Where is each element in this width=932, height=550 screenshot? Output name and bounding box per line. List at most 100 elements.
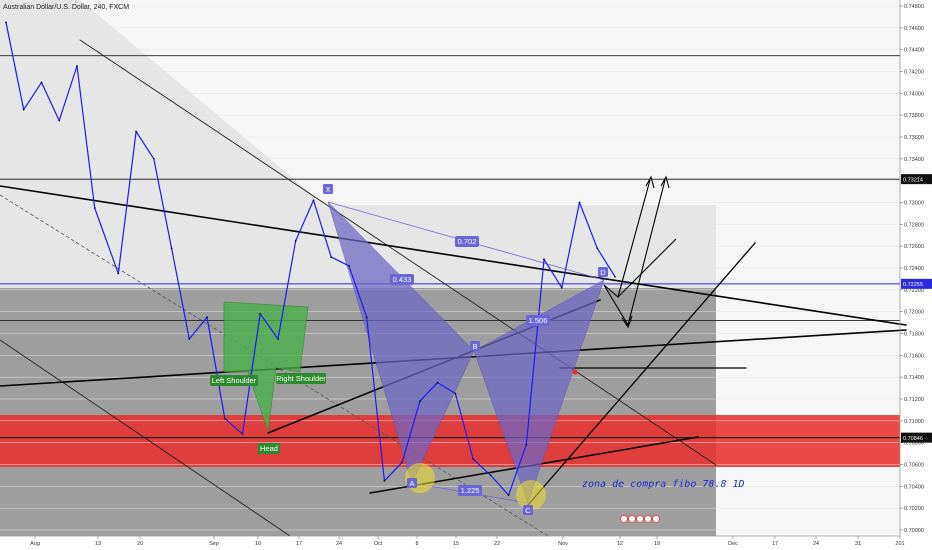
y-tick-label-21: 0.70600	[904, 463, 924, 469]
y-tick-label-4: 0.74000	[904, 91, 924, 97]
price-point-26	[472, 458, 474, 460]
price-point-11	[206, 316, 208, 318]
y-tick-label-11: 0.72600	[904, 244, 924, 250]
point-tag-d: D	[600, 268, 606, 277]
price-point-3	[58, 119, 61, 122]
x-tick-label-1: 13	[95, 541, 101, 547]
y-tick-label-17: 0.71400	[904, 375, 924, 381]
y-tick-label-10: 0.72800	[904, 222, 924, 228]
x-tick-label-0: Aug	[30, 541, 40, 547]
price-point-1	[22, 108, 25, 111]
fib-ratio-2: 1.506	[529, 316, 548, 325]
event-badge-icon-3	[636, 515, 644, 523]
price-point-4	[76, 65, 78, 67]
price-point-15	[277, 338, 279, 340]
y-tick-label-24: 0.70000	[904, 528, 924, 534]
y-tick-label-7: 0.73400	[904, 157, 924, 163]
x-tick-label-5: 17	[296, 541, 302, 547]
y-tick-label-22: 0.70400	[904, 484, 924, 490]
price-point-17	[312, 199, 315, 202]
x-tick-label-12: 12	[617, 541, 623, 547]
price-point-9	[170, 247, 173, 250]
price-point-34	[614, 275, 616, 278]
head-label: Head	[260, 444, 278, 453]
x-tick-label-4: 10	[255, 541, 261, 547]
x-tick-label-3: Sep	[209, 541, 219, 547]
price-point-13	[241, 433, 244, 435]
fib-ratio-1: 0.433	[393, 275, 412, 284]
time-axis-background	[0, 536, 900, 550]
chart-container: 0.702 0.433 1.506 1.225 X A B C D Left S…	[0, 0, 932, 550]
left-shoulder-label: Left Shoulder	[212, 376, 257, 385]
x-tick-label-7: Oct	[374, 541, 383, 547]
y-tick-label-23: 0.70200	[904, 506, 924, 512]
point-tag-a: A	[409, 479, 414, 488]
red-buy-zone	[0, 415, 900, 467]
price-point-6	[117, 272, 120, 275]
price-point-7	[135, 130, 138, 133]
y-tick-label-2: 0.74400	[904, 48, 924, 54]
y-tick-label-9: 0.73000	[904, 201, 924, 207]
x-tick-label-8: 8	[415, 541, 418, 547]
event-badge-icon-2	[628, 515, 636, 523]
price-point-8	[152, 157, 155, 160]
x-tick-label-15: 17	[772, 541, 778, 547]
price-point-24	[436, 381, 439, 384]
price-point-22	[401, 461, 403, 464]
x-tick-label-6: 24	[336, 541, 342, 547]
event-badge-icon-5	[652, 515, 660, 523]
event-badges	[620, 515, 660, 523]
x-tick-label-11: Nov	[558, 541, 568, 547]
price-point-27	[489, 474, 492, 477]
y-tick-label-14: 0.72000	[904, 310, 924, 316]
y-tick-label-6: 0.73600	[904, 135, 924, 141]
fib-ratio-3: 1.225	[461, 486, 480, 495]
level-tag-2: 0.72255	[903, 282, 923, 288]
price-point-23	[419, 400, 421, 403]
y-tick-label-19: 0.71000	[904, 419, 924, 425]
chart-title: Australian Dollar/U.S. Dollar, 240, FXCM	[3, 4, 129, 11]
buy-zone-annotation: zona de compra fibo 78.8 1D	[582, 479, 745, 490]
point-tag-b: B	[472, 342, 477, 351]
price-point-12	[223, 417, 226, 420]
level-tag-1: 0.73214	[903, 177, 923, 183]
x-tick-label-13: 19	[654, 541, 660, 547]
price-point-20	[365, 316, 368, 318]
price-point-0	[5, 21, 7, 24]
x-tick-label-18: 201	[895, 541, 904, 547]
price-point-16	[294, 239, 297, 242]
x-tick-label-16: 24	[813, 541, 819, 547]
price-point-19	[348, 264, 350, 267]
price-point-32	[578, 201, 581, 204]
price-point-14	[259, 312, 262, 315]
right-shoulder-label: Right Shoulder	[276, 374, 326, 383]
x-tick-label-14: Dec	[728, 541, 738, 547]
y-tick-label-18: 0.71200	[904, 397, 924, 403]
price-point-18	[330, 256, 333, 258]
point-tag-c: C	[525, 506, 531, 515]
event-badge-icon-4	[644, 515, 652, 523]
fib-ratio-0: 0.702	[458, 237, 477, 246]
y-tick-label-3: 0.74200	[904, 70, 924, 76]
x-tick-label-9: 15	[453, 541, 459, 547]
price-point-29	[525, 443, 528, 446]
price-point-31	[560, 286, 563, 289]
price-point-30	[543, 258, 545, 261]
y-tick-label-1: 0.74600	[904, 26, 924, 32]
x-tick-label-17: 31	[855, 541, 861, 547]
price-point-10	[188, 338, 191, 340]
price-point-28	[507, 494, 510, 496]
y-tick-label-12: 0.72400	[904, 266, 924, 272]
x-tick-label-2: 20	[137, 541, 143, 547]
price-point-21	[383, 480, 386, 482]
price-point-2	[40, 81, 43, 84]
level-tag-3: 0.70846	[903, 436, 923, 442]
chart-svg: 0.702 0.433 1.506 1.225 X A B C D Left S…	[0, 0, 932, 550]
event-badge-icon-1	[620, 515, 628, 523]
point-tag-x: X	[325, 185, 330, 194]
y-tick-label-15: 0.71800	[904, 332, 924, 338]
red-marker-dot	[572, 369, 578, 375]
y-tick-label-5: 0.73800	[904, 113, 924, 119]
price-point-5	[93, 207, 96, 209]
price-point-33	[596, 247, 599, 250]
